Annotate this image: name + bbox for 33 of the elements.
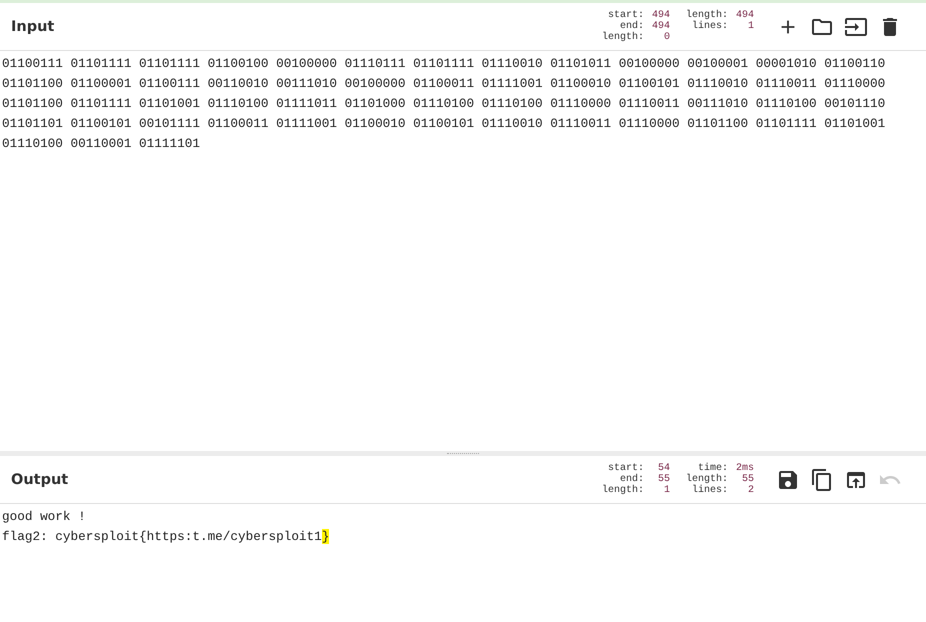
stat-value: 2: [746, 485, 754, 496]
input-text-line: 01101101 01100101 00101111 01100011 01111001 01100010 01100101 01110010 01110011 01110000 01101100 01101111 01101001: [2, 115, 886, 133]
stat-label: lines:: [692, 21, 728, 32]
splitter-handle[interactable]: [0, 451, 926, 456]
stat-label: length:: [602, 32, 644, 43]
panel-title: Input: [11, 18, 56, 34]
stat-label: start:: [608, 10, 644, 21]
stat-label: length:: [686, 474, 728, 485]
input-text-line: 01101100 01100001 01100111 00110010 00111010 00100000 01100011 01111001 01100010 01100101 01110010 01110011 01110000: [2, 75, 886, 93]
stat-value: 55: [656, 474, 670, 485]
stat-value: 1: [746, 21, 754, 32]
input-text-line: 01100111 01101111 01101111 01100100 00100000 01110111 01101111 01110010 01101011 00100000 00100001 00001010 01100110: [2, 55, 886, 73]
output-text-line: good work !: [2, 508, 87, 526]
stat-value: 54: [656, 463, 670, 474]
stat-value: 55: [740, 474, 754, 485]
input-text-line: 01110100 00110001 01111101: [2, 135, 201, 153]
stat-value: 2ms: [734, 463, 754, 474]
stat-value: 494: [734, 10, 754, 21]
stat-label: start:: [608, 463, 644, 474]
output-text-line: flag2: cybersploit{https:t.me/cybersploit1}: [2, 528, 330, 546]
stat-label: end:: [620, 474, 644, 485]
stat-value: 0: [662, 32, 670, 43]
stat-value: 1: [662, 485, 670, 496]
stat-label: length:: [686, 10, 728, 21]
stat-label: end:: [620, 21, 644, 32]
panel-title: Output: [11, 472, 70, 488]
stat-value: 494: [650, 21, 670, 32]
copy-icon: [810, 468, 834, 492]
stat-label: length:: [602, 485, 644, 496]
stat-label: time:: [698, 463, 728, 474]
stat-label: lines:: [692, 485, 728, 496]
stat-value: 494: [650, 10, 670, 21]
input-text-line: 01101100 01101111 01101001 01110100 01111011 01101000 01110100 01110100 01110000 01110011 00111010 01110100 00101110: [2, 95, 886, 113]
